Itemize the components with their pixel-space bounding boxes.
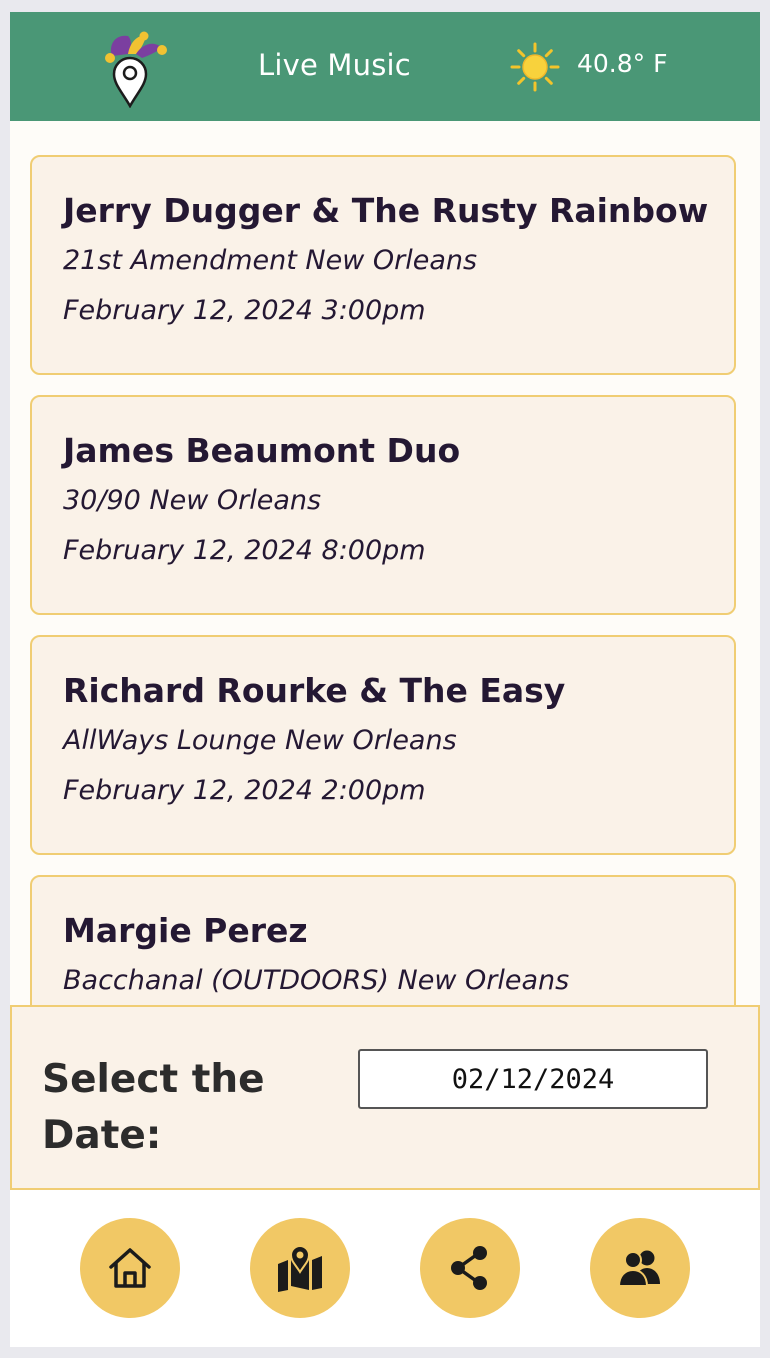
header-bar: Live Music 40.8° F bbox=[10, 12, 760, 121]
date-input[interactable] bbox=[358, 1049, 708, 1109]
jester-pin-icon[interactable] bbox=[98, 26, 170, 108]
event-card[interactable]: Margie Perez Bacchanal (OUTDOORS) New Or… bbox=[30, 875, 736, 1005]
nav-home-button[interactable] bbox=[80, 1218, 180, 1318]
event-datetime: February 12, 2024 2:00pm bbox=[63, 775, 426, 806]
nav-share-button[interactable] bbox=[420, 1218, 520, 1318]
event-datetime: February 12, 2024 3:00pm bbox=[63, 295, 426, 326]
nav-map-button[interactable] bbox=[250, 1218, 350, 1318]
event-card[interactable]: Richard Rourke & The Easy AllWays Lounge… bbox=[30, 635, 736, 855]
nav-people-button[interactable] bbox=[590, 1218, 690, 1318]
bottom-nav bbox=[10, 1190, 760, 1347]
date-picker-label: Select the Date: bbox=[42, 1057, 265, 1158]
date-picker-panel: Select the Date: bbox=[10, 1005, 760, 1190]
home-icon bbox=[109, 1248, 151, 1288]
event-venue: AllWays Lounge New Orleans bbox=[63, 725, 457, 756]
event-card[interactable]: Jerry Dugger & The Rusty Rainbow 21st Am… bbox=[30, 155, 736, 375]
sun-icon bbox=[510, 42, 560, 92]
event-band-name: James Beaumont Duo bbox=[63, 431, 461, 470]
event-band-name: Jerry Dugger & The Rusty Rainbow bbox=[63, 191, 709, 230]
event-band-name: Richard Rourke & The Easy bbox=[63, 671, 566, 710]
app-frame: Live Music 40.8° F Jerry Dugger & The Ru… bbox=[10, 12, 760, 1347]
event-venue: 30/90 New Orleans bbox=[63, 485, 322, 516]
temperature-readout: 40.8° F bbox=[577, 49, 668, 78]
event-band-name: Margie Perez bbox=[63, 911, 308, 950]
people-icon bbox=[617, 1250, 660, 1287]
event-datetime: February 12, 2024 8:00pm bbox=[63, 535, 426, 566]
share-icon bbox=[451, 1246, 487, 1290]
map-pin-icon bbox=[278, 1245, 322, 1292]
events-list[interactable]: Jerry Dugger & The Rusty Rainbow 21st Am… bbox=[10, 121, 760, 1005]
app-title: Live Music bbox=[258, 48, 411, 82]
event-venue: Bacchanal (OUTDOORS) New Orleans bbox=[63, 965, 570, 996]
event-venue: 21st Amendment New Orleans bbox=[63, 245, 478, 276]
event-card[interactable]: James Beaumont Duo 30/90 New Orleans Feb… bbox=[30, 395, 736, 615]
